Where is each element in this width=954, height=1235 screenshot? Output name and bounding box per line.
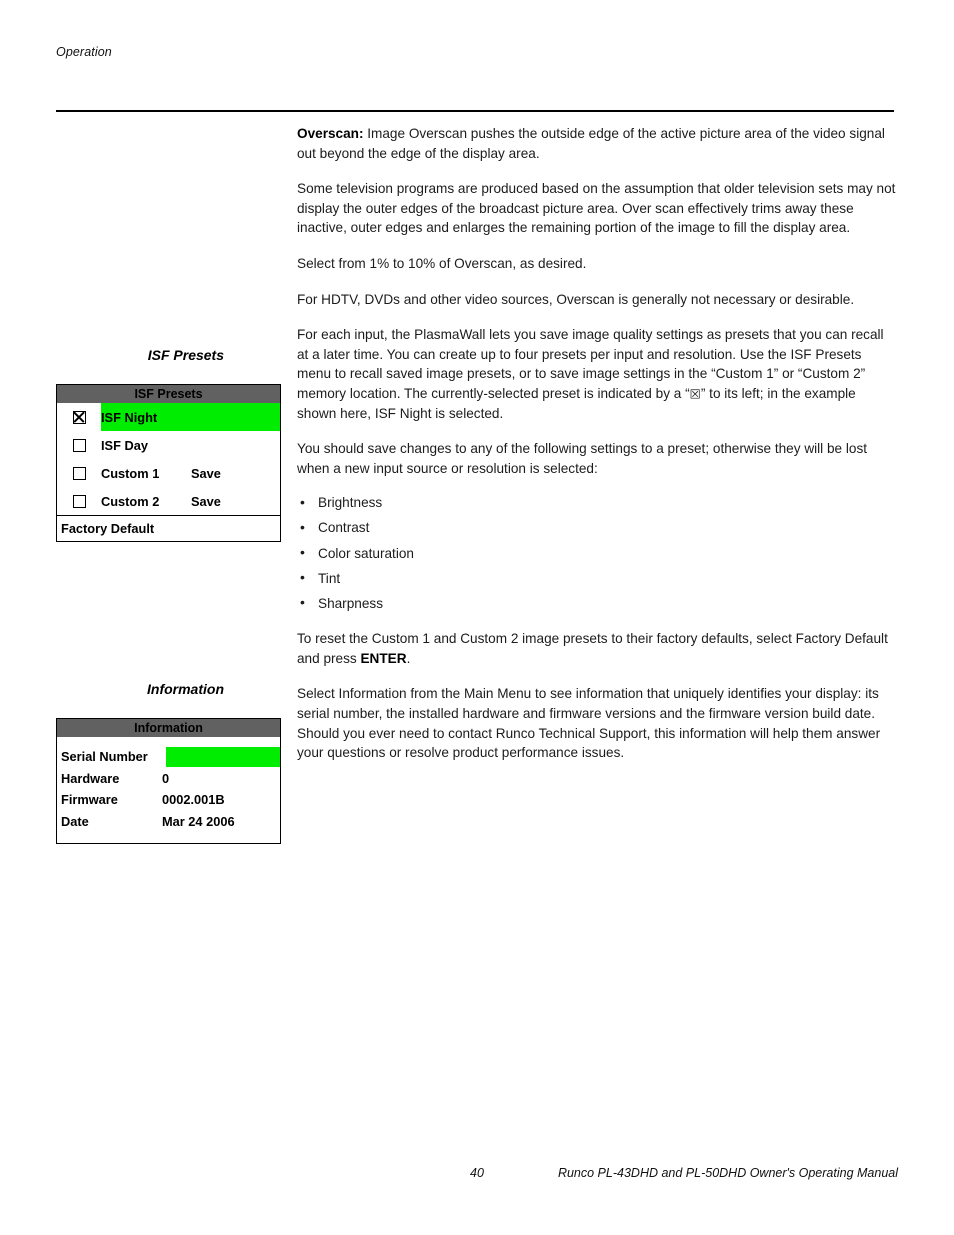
checkbox-cell[interactable] xyxy=(57,494,101,508)
osd-info-value: 0002.001B xyxy=(162,792,225,808)
osd-information-menu: Information Serial Number Hardware 0 Fir… xyxy=(56,718,281,844)
checkbox-cell[interactable] xyxy=(57,410,101,424)
unchecked-box-icon[interactable] xyxy=(72,494,86,508)
osd-menu-item-custom-2[interactable]: Custom 2 Save xyxy=(57,487,280,515)
overscan-lead-text: Image Overscan pushes the outside edge o… xyxy=(297,126,885,161)
osd-info-key: Firmware xyxy=(61,792,118,808)
running-head: Operation xyxy=(56,45,112,59)
checked-box-icon: ☒ xyxy=(689,386,701,402)
settings-bullet-list: Brightness Contrast Color saturation Tin… xyxy=(297,493,897,613)
osd-item-save-label[interactable]: Save xyxy=(191,494,221,509)
osd-item-label: Custom 2 xyxy=(101,493,160,509)
paragraph-overscan-explanation: Some television programs are produced ba… xyxy=(297,181,896,236)
header-rule xyxy=(56,110,894,112)
list-item: Sharpness xyxy=(297,593,897,614)
list-item: Contrast xyxy=(297,518,897,538)
osd-info-row-hardware: Hardware 0 xyxy=(57,768,280,790)
osd-menu-item-factory-default[interactable]: Factory Default xyxy=(57,515,280,540)
footer-page-number: 40 xyxy=(470,1166,484,1180)
osd-menu-item-isf-day[interactable]: ISF Day xyxy=(57,431,280,459)
list-item: Color saturation xyxy=(297,543,897,564)
paragraph-factory-default-reset: To reset the Custom 1 and Custom 2 image… xyxy=(297,629,897,668)
paragraph-save-changes: You should save changes to any of the fo… xyxy=(297,441,868,476)
osd-info-key: Hardware xyxy=(61,770,120,786)
osd-info-value: Mar 24 2006 xyxy=(162,813,235,829)
osd-info-row-firmware: Firmware 0002.001B xyxy=(57,789,280,811)
osd-menu-item-custom-1[interactable]: Custom 1 Save xyxy=(57,459,280,487)
footer-manual-title: Runco PL-43DHD and PL-50DHD Owner's Oper… xyxy=(557,1166,898,1180)
osd-item-label: ISF Night xyxy=(101,409,158,425)
margin-heading-isf-presets: ISF Presets xyxy=(147,347,224,363)
osd-isf-presets-menu: ISF Presets ISF Night ISF Day Custom 1 S… xyxy=(56,384,281,542)
enter-key-label: ENTER xyxy=(360,650,407,666)
osd-item-save-label[interactable]: Save xyxy=(191,466,221,481)
osd-information-title: Information xyxy=(57,719,280,737)
paragraph-isf-presets-intro: For each input, the PlasmaWall lets you … xyxy=(297,325,897,423)
paragraph-information-description: Select Information from the Main Menu to… xyxy=(297,686,881,761)
osd-info-key: Serial Number xyxy=(61,749,148,765)
osd-isf-presets-title: ISF Presets xyxy=(57,385,280,403)
body-column: Overscan: Image Overscan pushes the outs… xyxy=(297,124,897,779)
osd-menu-item-isf-night[interactable]: ISF Night xyxy=(57,403,280,431)
unchecked-box-icon[interactable] xyxy=(72,438,86,452)
list-item: Brightness xyxy=(297,493,897,513)
paragraph-overscan-intro: Overscan: Image Overscan pushes the outs… xyxy=(297,124,897,163)
paragraph-overscan-hdtv: For HDTV, DVDs and other video sources, … xyxy=(297,291,855,307)
overscan-lead-label: Overscan: xyxy=(297,126,364,141)
osd-info-row-serial-number: Serial Number xyxy=(57,746,280,768)
osd-information-rows: Serial Number Hardware 0 Firmware 0002.0… xyxy=(57,737,280,832)
osd-isf-presets-rows: ISF Night ISF Day Custom 1 Save Custom 2… xyxy=(57,403,280,515)
unchecked-box-icon[interactable] xyxy=(72,466,86,480)
list-item: Tint xyxy=(297,568,897,589)
paragraph-overscan-range: Select from 1% to 10% of Overscan, as de… xyxy=(297,255,587,271)
checkbox-cell[interactable] xyxy=(57,466,101,480)
margin-heading-information: Information xyxy=(147,681,224,697)
osd-item-label: ISF Day xyxy=(101,437,148,453)
osd-item-label: Custom 1 xyxy=(101,465,160,481)
osd-info-value: 0 xyxy=(162,770,170,786)
checkbox-cell[interactable] xyxy=(57,438,101,452)
reset-text-b: . xyxy=(406,650,411,666)
osd-info-key: Date xyxy=(61,813,89,829)
checked-box-icon[interactable] xyxy=(72,410,86,424)
osd-info-row-date: Date Mar 24 2006 xyxy=(57,811,280,833)
value-highlight xyxy=(166,747,280,767)
